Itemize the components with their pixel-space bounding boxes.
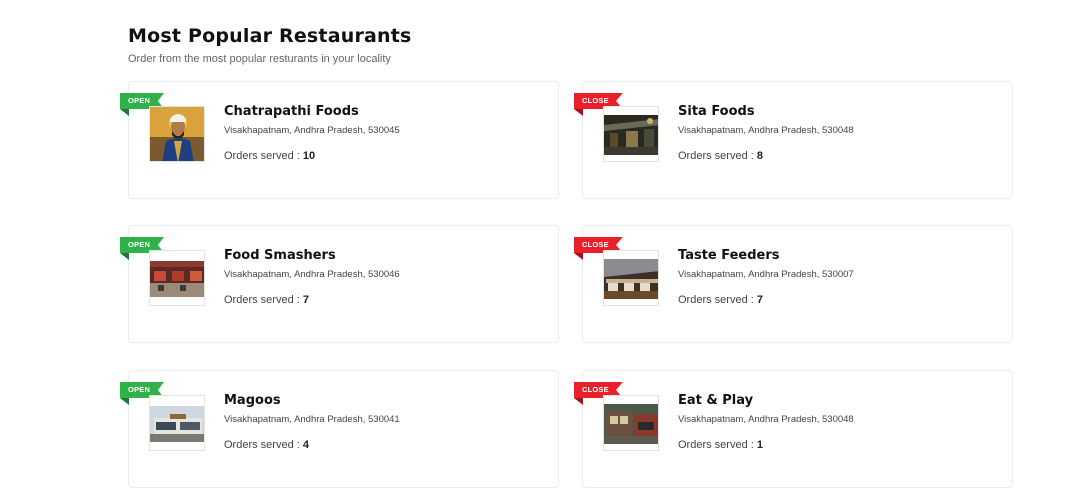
ribbon-fold: [120, 253, 129, 260]
orders-served-label: Orders served :: [678, 294, 757, 306]
restaurant-address: Visakhapatnam, Andhra Pradesh, 530045: [224, 125, 400, 136]
orders-served-count: 1: [756, 439, 763, 451]
restaurant-image[interactable]: [603, 395, 659, 451]
restaurant-address: Visakhapatnam, Andhra Pradesh, 530048: [678, 414, 854, 425]
restaurant-name[interactable]: Sita Foods: [678, 104, 755, 119]
orders-served-count: 7: [756, 294, 763, 306]
orders-served-label: Orders served :: [678, 150, 757, 162]
ribbon-fold: [574, 109, 583, 116]
orders-served: Orders served : 7: [224, 294, 309, 306]
restaurant-name[interactable]: Eat & Play: [678, 393, 753, 408]
orders-served-label: Orders served :: [224, 150, 303, 162]
restaurant-name[interactable]: Taste Feeders: [678, 248, 780, 263]
orders-served: Orders served : 7: [678, 294, 763, 306]
ribbon-fold: [120, 109, 129, 116]
orders-served-label: Orders served :: [224, 294, 303, 306]
restaurant-image[interactable]: [149, 106, 205, 162]
restaurant-address: Visakhapatnam, Andhra Pradesh, 530046: [224, 269, 400, 280]
restaurant-card[interactable]: CLOSE Taste Feeders Visakhapatnam, Andhr…: [574, 225, 1013, 343]
section-subtitle: Order from the most popular resturants i…: [128, 53, 391, 65]
restaurant-address: Visakhapatnam, Andhra Pradesh, 530007: [678, 269, 854, 280]
restaurant-card[interactable]: OPEN Magoos Visakhapatnam, Andhra Prades…: [120, 370, 559, 488]
section-title: Most Popular Restaurants: [128, 25, 412, 47]
restaurant-card[interactable]: CLOSE Eat & Play Visakhapatnam, Andhra P…: [574, 370, 1013, 488]
orders-served-label: Orders served :: [678, 439, 757, 451]
restaurant-address: Visakhapatnam, Andhra Pradesh, 530048: [678, 125, 854, 136]
restaurant-image[interactable]: [149, 250, 205, 306]
orders-served-count: 8: [756, 150, 763, 162]
ribbon-fold: [574, 253, 583, 260]
ribbon-fold: [120, 398, 129, 405]
restaurant-card[interactable]: CLOSE Sita Foods Visakhapatnam, Andhra P…: [574, 81, 1013, 199]
orders-served-count: 10: [302, 150, 316, 162]
restaurant-card[interactable]: OPEN Food Smashers Visakhapatnam, Andhra…: [120, 225, 559, 343]
orders-served: Orders served : 4: [224, 439, 309, 451]
restaurant-card[interactable]: OPEN Chatrapathi Foods Visakhapatnam, An…: [120, 81, 559, 199]
restaurant-image[interactable]: [603, 250, 659, 306]
ribbon-fold: [574, 398, 583, 405]
orders-served-count: 4: [302, 439, 309, 451]
restaurant-address: Visakhapatnam, Andhra Pradesh, 530041: [224, 414, 400, 425]
restaurant-name[interactable]: Magoos: [224, 393, 281, 408]
orders-served-count: 7: [302, 294, 309, 306]
restaurant-image[interactable]: [603, 106, 659, 162]
restaurant-image[interactable]: [149, 395, 205, 451]
orders-served: Orders served : 8: [678, 150, 763, 162]
orders-served-label: Orders served :: [224, 439, 303, 451]
orders-served: Orders served : 1: [678, 439, 763, 451]
restaurant-name[interactable]: Food Smashers: [224, 248, 336, 263]
orders-served: Orders served : 10: [224, 150, 315, 162]
restaurant-name[interactable]: Chatrapathi Foods: [224, 104, 359, 119]
